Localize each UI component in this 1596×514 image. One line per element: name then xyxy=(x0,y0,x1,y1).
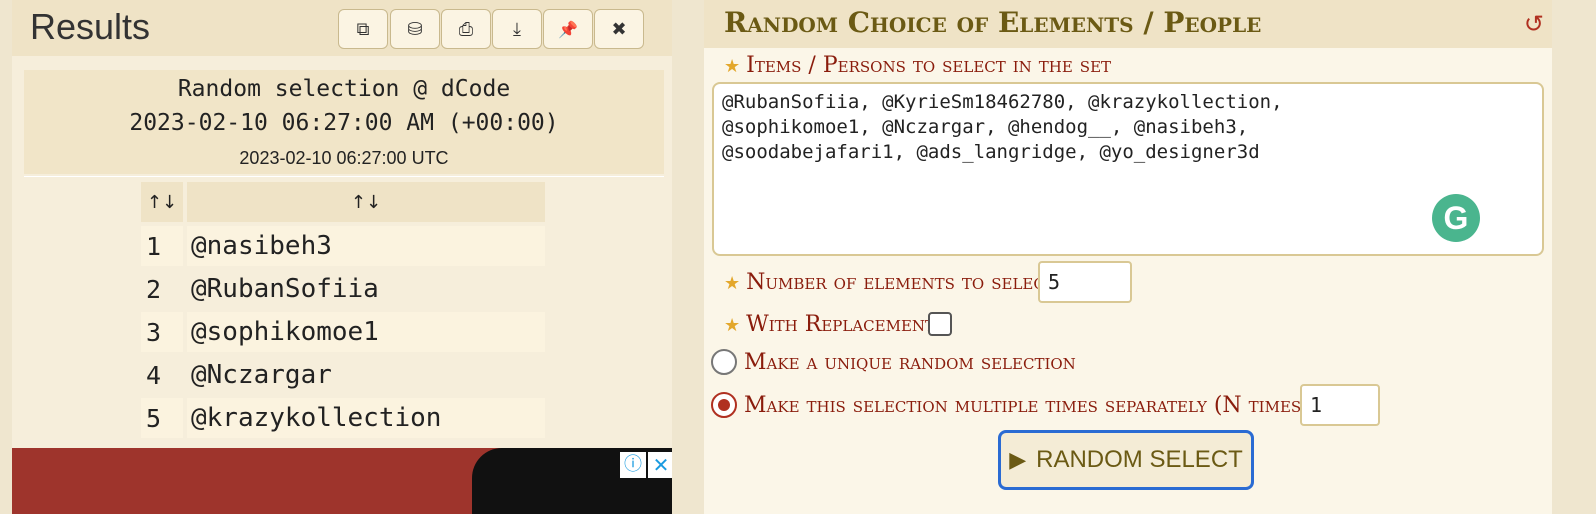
play-icon: ▶ xyxy=(1009,447,1027,473)
number-label-text: Number of elements to select xyxy=(746,270,1055,295)
print-icon: ⎙ xyxy=(458,18,474,40)
print-button[interactable]: ⎙ xyxy=(441,9,491,49)
selection-timestamp: 2023-02-10 06:27:00 AM (+00:00) xyxy=(129,110,559,136)
row-value: @Nczargar xyxy=(191,360,332,390)
tool-title: Random Choice of Elements / People xyxy=(724,6,1262,39)
replacement-checkbox[interactable] xyxy=(928,312,952,336)
close-icon: ✖ xyxy=(611,18,627,40)
pin-icon: 📌 xyxy=(558,19,578,39)
grammarly-icon[interactable]: G xyxy=(1432,194,1480,242)
reload-icon[interactable]: ↺ xyxy=(1524,10,1544,38)
unique-selection-label[interactable]: Make a unique random selection xyxy=(744,350,1076,375)
random-select-button[interactable]: ▶ RANDOM SELECT xyxy=(998,430,1254,490)
number-input[interactable]: 5 xyxy=(1038,261,1132,303)
unique-selection-radio[interactable] xyxy=(711,349,737,375)
row-value: @RubanSofiia xyxy=(191,274,379,304)
ad-info-icon[interactable]: ⓘ xyxy=(620,452,646,478)
save-button[interactable]: ⛁ xyxy=(390,9,440,49)
results-panel: Results ⧉ ⛁ ⎙ ⤓ 📌 ✖ Random selection @ d… xyxy=(12,0,672,514)
advertisement-banner[interactable]: ⓘ ✕ xyxy=(12,448,672,514)
sort-value-header[interactable]: ↑↓ xyxy=(187,182,545,222)
selection-heading: Random selection @ dCode 2023-02-10 06:2… xyxy=(24,70,664,174)
results-header: Results ⧉ ⛁ ⎙ ⤓ 📌 ✖ xyxy=(12,0,672,56)
row-value: @nasibeh3 xyxy=(187,226,545,266)
items-textarea[interactable]: @RubanSofiia, @KyrieSm18462780, @krazyko… xyxy=(712,82,1544,256)
multiple-selection-radio[interactable] xyxy=(711,392,737,418)
random-select-label: RANDOM SELECT xyxy=(1036,446,1243,473)
divider xyxy=(24,176,664,177)
tool-header: Random Choice of Elements / People ↺ xyxy=(704,0,1552,48)
selection-utc-timestamp: 2023-02-10 06:27:00 UTC xyxy=(239,148,449,168)
items-label: ★ Items / Persons to select in the set xyxy=(724,53,1111,78)
ad-close-icon[interactable]: ✕ xyxy=(648,452,672,478)
download-icon: ⤓ xyxy=(513,18,521,40)
row-index: 4 xyxy=(146,360,162,390)
row-index: 3 xyxy=(141,312,183,352)
copy-button[interactable]: ⧉ xyxy=(338,9,388,49)
row-index: 2 xyxy=(146,274,162,304)
tool-panel: Random Choice of Elements / People ↺ ★ It… xyxy=(704,0,1552,514)
download-button[interactable]: ⤓ xyxy=(492,9,542,49)
row-value: @sophikomoe1 xyxy=(187,312,545,352)
star-icon: ★ xyxy=(724,56,741,77)
n-times-input[interactable]: 1 xyxy=(1300,384,1380,426)
star-icon: ★ xyxy=(724,315,741,336)
row-value: @krazykollection xyxy=(187,398,545,438)
number-label: ★ Number of elements to select xyxy=(724,270,1055,295)
close-results-button[interactable]: ✖ xyxy=(594,9,644,49)
results-title: Results xyxy=(30,6,151,47)
sort-index-header[interactable]: ↑↓ xyxy=(141,182,183,222)
row-index: 5 xyxy=(141,398,183,438)
row-index: 1 xyxy=(141,226,183,266)
save-icon: ⛁ xyxy=(407,18,423,40)
selection-title: Random selection @ dCode xyxy=(177,76,511,102)
replacement-label: ★ With Replacement xyxy=(724,312,935,337)
star-icon: ★ xyxy=(724,273,741,294)
pin-button[interactable]: 📌 xyxy=(543,9,593,49)
copy-icon: ⧉ xyxy=(356,18,370,40)
multiple-selection-label[interactable]: Make this selection multiple times separ… xyxy=(744,393,1354,418)
items-label-text: Items / Persons to select in the set xyxy=(746,53,1112,78)
replacement-label-text: With Replacement xyxy=(746,312,936,337)
